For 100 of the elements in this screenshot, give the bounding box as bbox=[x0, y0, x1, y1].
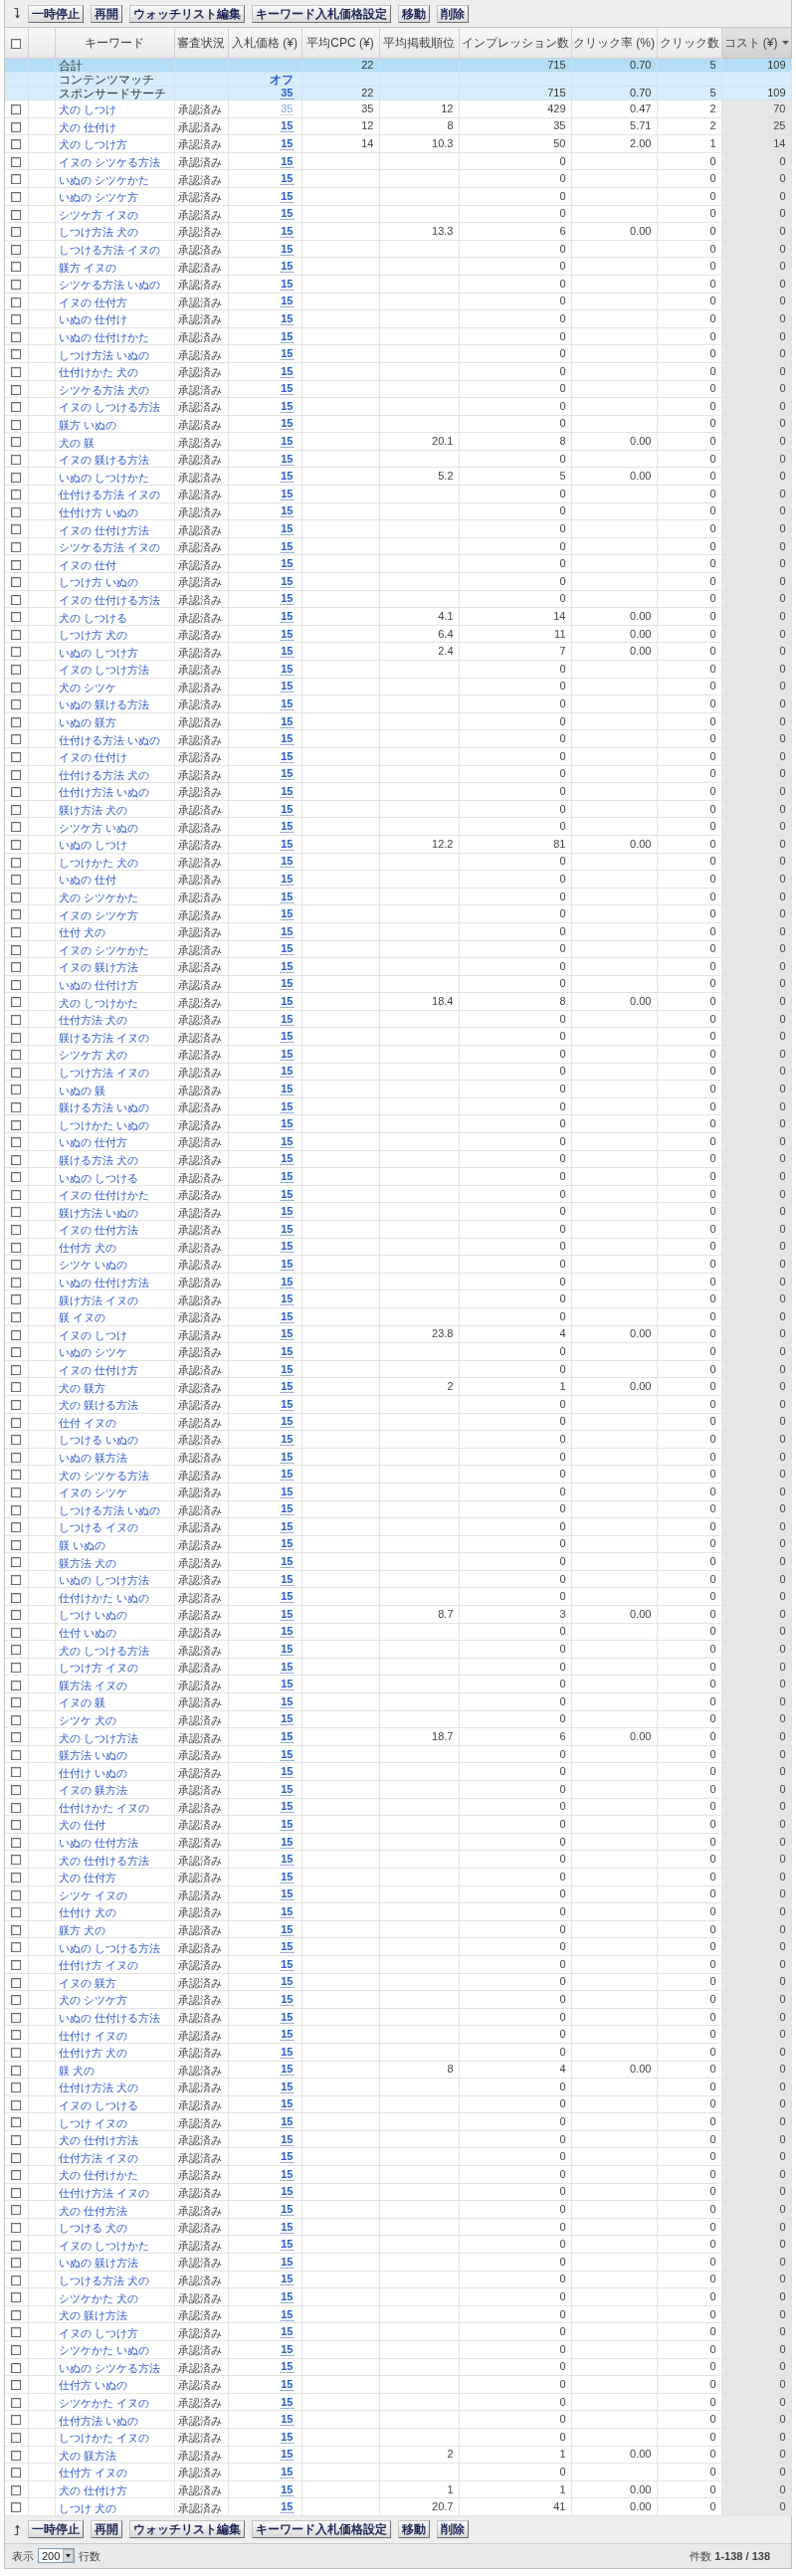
checkbox[interactable] bbox=[11, 1260, 22, 1271]
keyword-link[interactable]: 躾け方法 イヌの bbox=[58, 1293, 138, 1306]
checkbox[interactable] bbox=[11, 1312, 22, 1323]
column-header[interactable]: 入札価格 (¥) bbox=[228, 27, 301, 59]
keyword-link[interactable]: しつけかた いぬの bbox=[58, 1118, 149, 1131]
toolbar-button[interactable]: ウォッチリスト編集 bbox=[129, 2520, 245, 2539]
bid-link[interactable]: 15 bbox=[281, 1625, 294, 1639]
keyword-link[interactable]: シツケかた 犬の bbox=[58, 2291, 138, 2304]
keyword-link[interactable]: 犬の しつける方法 bbox=[58, 1644, 149, 1657]
bid-link[interactable]: 15 bbox=[281, 2325, 294, 2339]
bid-link[interactable]: 15 bbox=[281, 2028, 294, 2042]
bid-link[interactable]: 15 bbox=[281, 539, 294, 553]
checkbox[interactable] bbox=[11, 1242, 22, 1253]
checkbox[interactable] bbox=[11, 1924, 22, 1935]
keyword-link[interactable]: シツケ 犬の bbox=[58, 1713, 116, 1726]
bid-link[interactable]: 15 bbox=[281, 364, 294, 378]
keyword-link[interactable]: 仕付け イヌの bbox=[58, 2029, 127, 2042]
keyword-link[interactable]: いぬの しつけかた bbox=[58, 471, 149, 484]
checkbox[interactable] bbox=[11, 1172, 22, 1183]
keyword-link[interactable]: いぬの 仕付け方 bbox=[58, 979, 138, 991]
keyword-link[interactable]: 仕付けかた 犬の bbox=[58, 366, 138, 379]
checkbox[interactable] bbox=[11, 1610, 22, 1621]
bid-link[interactable]: 15 bbox=[281, 1957, 294, 1971]
keyword-link[interactable]: 犬の 仕付方 bbox=[58, 1872, 116, 1884]
checkbox[interactable] bbox=[11, 2099, 22, 2110]
bid-link[interactable]: 15 bbox=[281, 1555, 294, 1569]
keyword-link[interactable]: しつける方法 いぬの bbox=[58, 1503, 160, 1516]
keyword-link[interactable]: 犬の シツケる方法 bbox=[58, 1469, 149, 1482]
checkbox[interactable] bbox=[11, 892, 22, 902]
bid-link[interactable]: 15 bbox=[281, 2132, 294, 2146]
checkbox[interactable] bbox=[11, 2187, 22, 2198]
bid-link[interactable]: 15 bbox=[281, 1222, 294, 1236]
bid-link[interactable]: 15 bbox=[281, 417, 294, 431]
checkbox[interactable] bbox=[11, 104, 22, 115]
bid-link[interactable]: 15 bbox=[281, 1468, 294, 1482]
bid-link[interactable]: 15 bbox=[281, 714, 294, 728]
bid-link[interactable]: 15 bbox=[281, 1975, 294, 1989]
checkbox[interactable] bbox=[11, 1486, 22, 1497]
keyword-link[interactable]: いぬの シツケ方 bbox=[58, 191, 138, 204]
keyword-link[interactable]: 仕付け方法 イヌの bbox=[58, 2186, 149, 2199]
keyword-link[interactable]: シツケる方法 犬の bbox=[58, 383, 149, 396]
checkbox[interactable] bbox=[11, 174, 22, 185]
checkbox[interactable] bbox=[11, 997, 22, 1008]
bid-link[interactable]: 15 bbox=[281, 680, 294, 694]
bid-link[interactable]: 15 bbox=[281, 1187, 294, 1201]
bid-link[interactable]: 15 bbox=[281, 1519, 294, 1533]
keyword-link[interactable]: イヌの シツケ bbox=[58, 1486, 127, 1499]
checkbox[interactable] bbox=[11, 1522, 22, 1533]
keyword-link[interactable]: いぬの 躾 bbox=[58, 1084, 105, 1096]
bid-link[interactable]: 15 bbox=[281, 399, 294, 413]
bid-link[interactable]: 15 bbox=[281, 329, 294, 343]
checkbox[interactable] bbox=[11, 734, 22, 745]
checkbox[interactable] bbox=[11, 1785, 22, 1796]
bid-link[interactable]: 15 bbox=[281, 1275, 294, 1288]
bid-link[interactable]: 15 bbox=[281, 1590, 294, 1604]
checkbox[interactable] bbox=[11, 139, 22, 150]
keyword-link[interactable]: しつけ方法 いぬの bbox=[58, 348, 149, 361]
checkbox[interactable] bbox=[11, 524, 22, 535]
checkbox[interactable] bbox=[11, 1732, 22, 1743]
keyword-link[interactable]: しつけ方 イヌの bbox=[58, 1662, 138, 1675]
checkbox[interactable] bbox=[11, 909, 22, 920]
column-header[interactable]: インプレッション数 bbox=[459, 27, 571, 59]
bid-link[interactable]: 15 bbox=[281, 2010, 294, 2024]
checkbox[interactable] bbox=[11, 2170, 22, 2181]
bid-link[interactable]: 15 bbox=[281, 2045, 294, 2059]
keyword-link[interactable]: いぬの 躾け方法 bbox=[58, 2257, 138, 2270]
checkbox[interactable] bbox=[11, 1942, 22, 1953]
checkbox[interactable] bbox=[11, 1697, 22, 1708]
bid-link[interactable]: 15 bbox=[281, 1607, 294, 1621]
keyword-link[interactable]: 仕付け方法 犬の bbox=[58, 2081, 138, 2094]
bid-link[interactable]: 15 bbox=[281, 749, 294, 763]
bid-link[interactable]: 15 bbox=[281, 522, 294, 536]
keyword-link[interactable]: 犬の 仕付けかた bbox=[58, 2169, 138, 2182]
bid-link[interactable]: 15 bbox=[281, 1694, 294, 1708]
checkbox[interactable] bbox=[11, 2065, 22, 2076]
bid-link[interactable]: 15 bbox=[281, 1397, 294, 1411]
bid-link[interactable]: 15 bbox=[281, 1712, 294, 1726]
checkbox[interactable] bbox=[11, 1032, 22, 1043]
bid-link[interactable]: 15 bbox=[281, 172, 294, 186]
checkbox[interactable] bbox=[11, 1189, 22, 1200]
bid-link[interactable]: 15 bbox=[281, 627, 294, 641]
checkbox[interactable] bbox=[11, 314, 22, 325]
checkbox[interactable] bbox=[11, 490, 22, 500]
bid-link[interactable]: 15 bbox=[281, 592, 294, 606]
bid-link[interactable]: 15 bbox=[281, 2413, 294, 2427]
bid-link[interactable]: 15 bbox=[281, 2342, 294, 2356]
checkbox[interactable] bbox=[11, 349, 22, 360]
bid-link[interactable]: 15 bbox=[281, 1240, 294, 1254]
keyword-link[interactable]: 犬の 仕付け bbox=[58, 120, 116, 133]
keyword-link[interactable]: 犬の 躾 bbox=[58, 436, 95, 449]
checkbox[interactable] bbox=[11, 769, 22, 780]
keyword-link[interactable]: いぬの 仕付けかた bbox=[58, 331, 149, 343]
checkbox[interactable] bbox=[11, 1101, 22, 1112]
checkbox[interactable] bbox=[11, 192, 22, 203]
checkbox[interactable] bbox=[11, 244, 22, 255]
bid-link[interactable]: 15 bbox=[281, 2465, 294, 2478]
keyword-link[interactable]: 犬の しつけ方法 bbox=[58, 1731, 138, 1744]
keyword-link[interactable]: いぬの 仕付方法 bbox=[58, 1837, 138, 1850]
keyword-link[interactable]: 躾 イヌの bbox=[58, 1311, 105, 1324]
bid-link[interactable]: 15 bbox=[281, 1152, 294, 1166]
